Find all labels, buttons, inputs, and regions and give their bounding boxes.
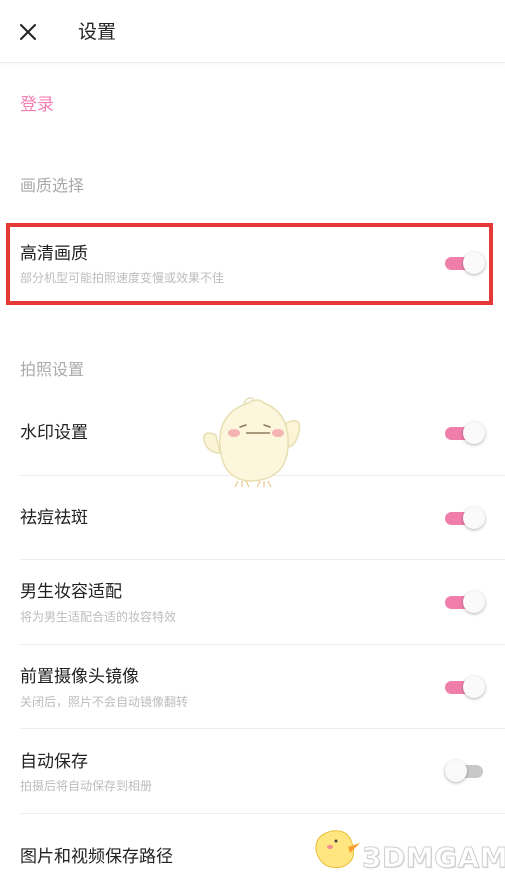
setting-row-male-makeup[interactable]: 男生妆容适配 将为男生适配合适的妆容特效	[0, 560, 505, 644]
page-title: 设置	[78, 21, 117, 43]
setting-row-auto-save[interactable]: 自动保存 拍摄后将自动保存到相册	[0, 729, 505, 813]
top-bar: 设置	[0, 0, 505, 63]
toggle-knob	[463, 507, 485, 529]
toggle-knob	[463, 676, 485, 698]
toggle-knob	[463, 591, 485, 613]
watermark-toggle[interactable]	[445, 422, 485, 444]
auto-save-toggle[interactable]	[445, 760, 485, 782]
male-makeup-toggle[interactable]	[445, 591, 485, 613]
setting-label: 前置摄像头镜像	[20, 667, 139, 687]
setting-label: 男生妆容适配	[20, 582, 122, 602]
setting-description: 关闭后，照片不会自动镜像翻转	[20, 695, 189, 709]
toggle-knob	[445, 760, 467, 782]
toggle-knob	[463, 422, 485, 444]
setting-label: 水印设置	[20, 423, 88, 443]
watermark-text: 3DMGAME	[362, 841, 505, 875]
front-mirror-toggle[interactable]	[445, 676, 485, 698]
mascot-chick-icon	[203, 397, 301, 488]
setting-description: 拍摄后将自动保存到相册	[20, 779, 153, 793]
close-icon[interactable]	[18, 22, 38, 42]
setting-label: 自动保存	[20, 752, 88, 772]
setting-label: 图片和视频保存路径	[20, 847, 173, 867]
section-title-photo: 拍照设置	[20, 360, 85, 379]
setting-description: 将为男生适配合适的妆容特效	[20, 610, 177, 624]
highlight-box	[6, 223, 493, 305]
setting-label: 祛痘祛斑	[20, 508, 88, 528]
section-title-quality: 画质选择	[20, 176, 85, 195]
blemish-toggle[interactable]	[445, 507, 485, 529]
login-link[interactable]: 登录	[20, 94, 54, 116]
setting-row-front-mirror[interactable]: 前置摄像头镜像 关闭后，照片不会自动镜像翻转	[0, 645, 505, 728]
